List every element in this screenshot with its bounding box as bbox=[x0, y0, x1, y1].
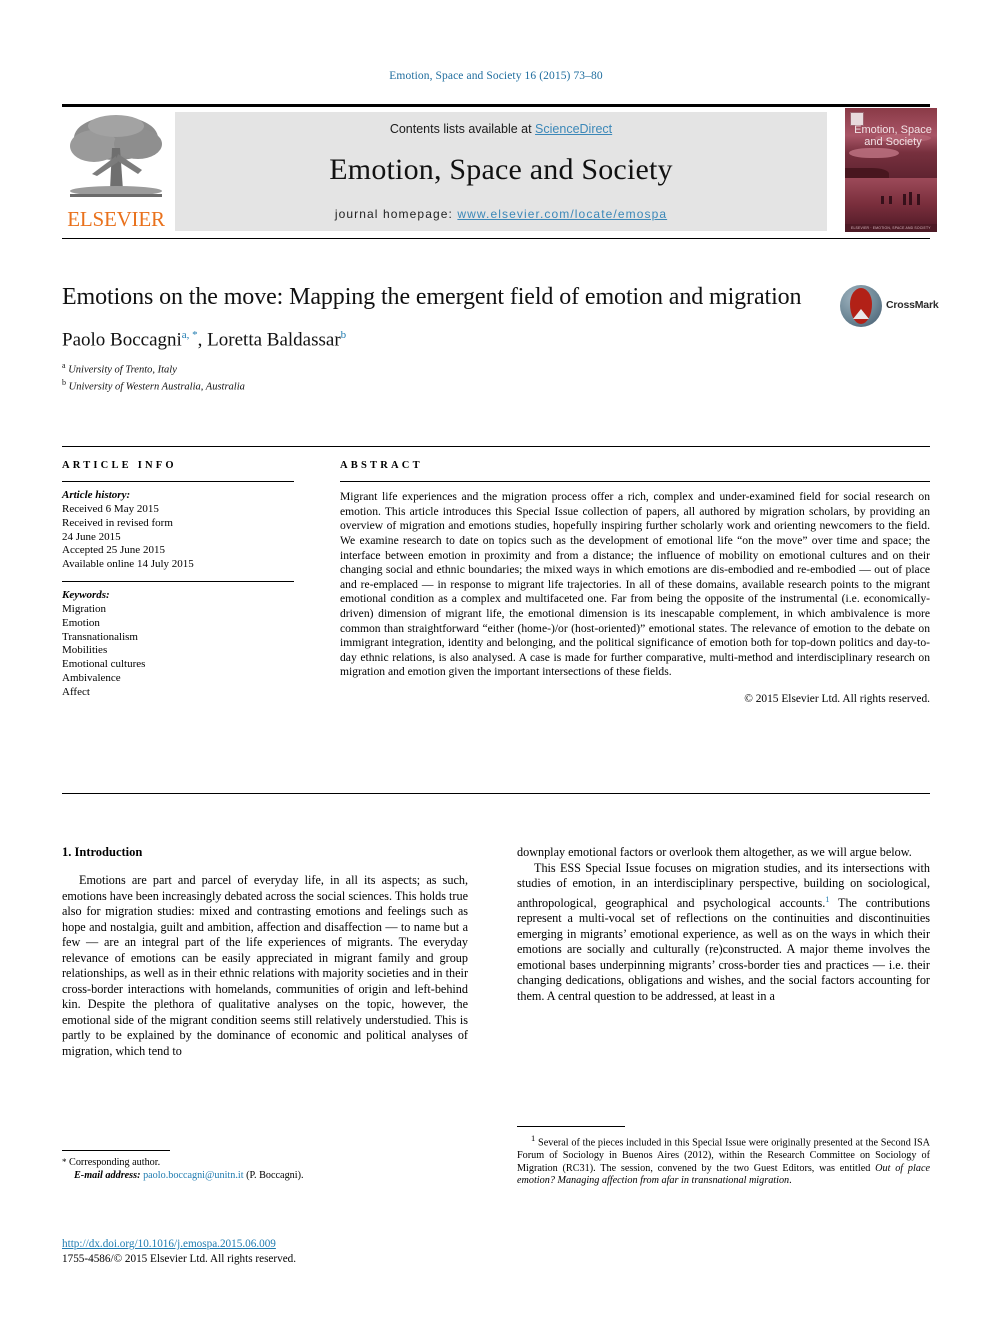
affiliation-list: a University of Trento, Italy b Universi… bbox=[62, 360, 930, 394]
article-history-item: Accepted 25 June 2015 bbox=[62, 544, 165, 557]
abstract-heading: ABSTRACT bbox=[340, 460, 423, 471]
affiliation-mark: a bbox=[62, 361, 66, 371]
footnote-rule bbox=[517, 1126, 625, 1128]
footnote-block-right: 1 Several of the pieces included in this… bbox=[517, 1126, 930, 1188]
article-info-heading: ARTICLE INFO bbox=[62, 460, 177, 471]
doi-link[interactable]: http://dx.doi.org/10.1016/j.emospa.2015.… bbox=[62, 1238, 276, 1250]
body-column-left: 1. Introduction Emotions are part and pa… bbox=[62, 845, 468, 1059]
abstract-bottom-rule bbox=[62, 793, 930, 795]
corresponding-author-note: * Corresponding author. bbox=[62, 1156, 468, 1170]
affiliation-item: a University of Trento, Italy bbox=[62, 360, 930, 377]
footnote-rule bbox=[62, 1150, 170, 1152]
crossmark-notch-icon bbox=[853, 309, 869, 319]
email-label: E-mail address: bbox=[74, 1169, 141, 1181]
article-history-block: Article history: Received 6 May 2015 Rec… bbox=[62, 489, 294, 572]
elsevier-wordmark: ELSEVIER bbox=[67, 207, 165, 231]
keyword-item: Ambivalence bbox=[62, 671, 121, 684]
author-name: Paolo Boccagni bbox=[62, 329, 182, 351]
abstract-text: Migrant life experiences and the migrati… bbox=[340, 490, 930, 679]
paper-page: Emotion, Space and Society 16 (2015) 73–… bbox=[0, 0, 992, 1323]
issn-copyright-line: 1755-4586/© 2015 Elsevier Ltd. All right… bbox=[62, 1252, 297, 1265]
corresponding-author-marker: * bbox=[62, 1157, 67, 1168]
footnote-1-marker: 1 bbox=[531, 1133, 536, 1144]
article-history-item: Received 6 May 2015 bbox=[62, 502, 159, 515]
article-info-column: ARTICLE INFO Article history: Received 6… bbox=[62, 460, 294, 700]
title-block: Emotions on the move: Mapping the emerge… bbox=[62, 283, 939, 394]
elsevier-logo: ELSEVIER bbox=[62, 110, 170, 232]
article-info-heading-rule bbox=[62, 481, 294, 483]
body-paragraph: downplay emotional factors or overlook t… bbox=[517, 845, 912, 859]
article-history-item: Received in revised form bbox=[62, 516, 173, 529]
elsevier-tree-icon bbox=[66, 112, 166, 204]
journal-masthead: ELSEVIER Contents lists available at Sci… bbox=[62, 104, 937, 240]
abstract-heading-rule bbox=[340, 481, 930, 483]
footnote-1: 1 Several of the pieces included in this… bbox=[517, 1132, 930, 1188]
masthead-gray-band: Contents lists available at ScienceDirec… bbox=[175, 112, 827, 231]
footnote-1-text: Several of the pieces included in this S… bbox=[517, 1137, 931, 1174]
abstract-column: ABSTRACT Migrant life experiences and th… bbox=[340, 460, 930, 705]
section-heading-introduction: 1. Introduction bbox=[62, 845, 143, 859]
footnote-block-left: * Corresponding author. E-mail address: … bbox=[62, 1150, 468, 1182]
cover-title: Emotion, Space and Society bbox=[854, 124, 932, 148]
keyword-item: Affect bbox=[62, 685, 90, 698]
journal-cover-image: Emotion, Space and Society ELSEVIER · EM… bbox=[845, 108, 937, 232]
author-list: Paolo Boccagnia, *, Loretta Baldassarb bbox=[62, 329, 347, 351]
doi-block: http://dx.doi.org/10.1016/j.emospa.2015.… bbox=[62, 1237, 468, 1266]
cover-footer-text: ELSEVIER · EMOTION, SPACE AND SOCIETY · … bbox=[851, 226, 931, 230]
masthead-top-rule bbox=[62, 104, 930, 107]
contents-prefix: Contents lists available at bbox=[389, 122, 536, 136]
keywords-rule bbox=[62, 580, 294, 583]
cover-figure bbox=[917, 194, 920, 205]
crossmark-badge[interactable]: CrossMark bbox=[840, 285, 939, 331]
article-history-label: Article history: bbox=[62, 489, 131, 502]
author-name: Loretta Baldassar bbox=[207, 329, 341, 351]
keyword-item: Migration bbox=[62, 602, 106, 615]
body-paragraph: Emotions are part and parcel of everyday… bbox=[62, 873, 468, 1058]
journal-title: Emotion, Space and Society bbox=[329, 153, 673, 186]
keyword-item: Emotion bbox=[62, 616, 100, 629]
homepage-prefix: journal homepage: bbox=[334, 207, 458, 221]
cover-cloud-lower bbox=[849, 148, 899, 158]
body-column-right: downplay emotional factors or overlook t… bbox=[517, 845, 930, 1004]
body-paragraph-with-footnote: This ESS Special Issue focuses on migrat… bbox=[517, 861, 930, 1005]
cover-figure bbox=[881, 196, 884, 204]
email-link[interactable]: paolo.boccagni@unitn.it bbox=[143, 1170, 243, 1181]
author-affiliation-marks[interactable]: b bbox=[341, 329, 347, 341]
cover-figure bbox=[909, 192, 912, 205]
affiliation-text: University of Western Australia, Austral… bbox=[68, 381, 245, 393]
keywords-block: Keywords: Migration Emotion Transnationa… bbox=[62, 589, 294, 699]
author-affiliation-marks[interactable]: a, * bbox=[182, 329, 198, 341]
corresponding-author-text: Corresponding author. bbox=[69, 1157, 161, 1169]
page-title: Emotions on the move: Mapping the emerge… bbox=[62, 284, 802, 310]
sciencedirect-link[interactable]: ScienceDirect bbox=[535, 122, 612, 136]
crossmark-label: CrossMark bbox=[886, 299, 939, 311]
info-section-top-rule bbox=[62, 446, 930, 448]
contents-available-line: Contents lists available at ScienceDirec… bbox=[175, 112, 827, 136]
email-note: E-mail address: paolo.boccagni@unitn.it … bbox=[62, 1170, 468, 1183]
keyword-item: Emotional cultures bbox=[62, 658, 146, 671]
affiliation-text: University of Trento, Italy bbox=[68, 364, 177, 376]
journal-homepage-line: journal homepage: www.elsevier.com/locat… bbox=[175, 207, 827, 221]
cover-figure bbox=[903, 194, 906, 205]
keyword-item: Mobilities bbox=[62, 644, 108, 657]
running-head: Emotion, Space and Society 16 (2015) 73–… bbox=[389, 70, 603, 82]
abstract-copyright: © 2015 Elsevier Ltd. All rights reserved… bbox=[744, 692, 930, 705]
keyword-item: Transnationalism bbox=[62, 630, 138, 643]
masthead-bottom-rule bbox=[62, 238, 930, 240]
email-suffix: (P. Boccagni). bbox=[246, 1169, 304, 1181]
article-history-item: Available online 14 July 2015 bbox=[62, 558, 194, 571]
article-history-item: 24 June 2015 bbox=[62, 530, 121, 543]
keywords-label: Keywords: bbox=[62, 589, 110, 602]
affiliation-mark: b bbox=[62, 378, 66, 388]
paragraph-text-after-footnote: The contributions represent a multi-voca… bbox=[517, 895, 930, 1003]
footnote-1-tail: . bbox=[789, 1175, 792, 1187]
journal-homepage-link[interactable]: www.elsevier.com/locate/emospa bbox=[457, 207, 667, 221]
tree-svg bbox=[70, 115, 162, 197]
cover-figure bbox=[889, 196, 892, 204]
affiliation-item: b University of Western Australia, Austr… bbox=[62, 377, 930, 394]
